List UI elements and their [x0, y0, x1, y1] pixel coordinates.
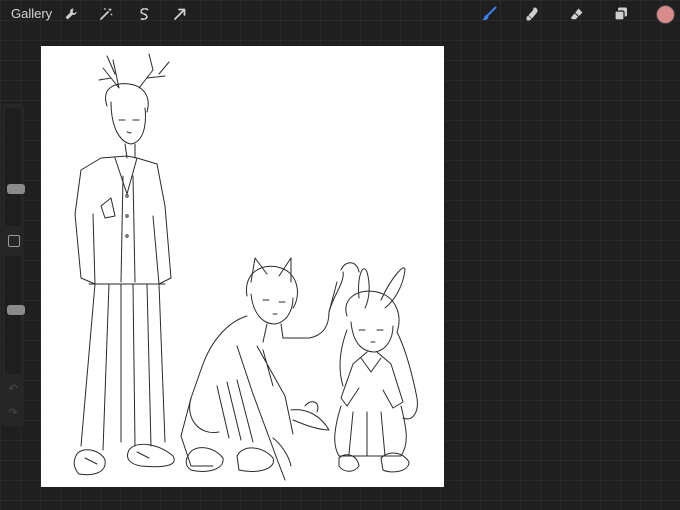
selection-icon[interactable] [134, 4, 154, 24]
modify-button[interactable] [8, 235, 20, 247]
brush-size-thumb[interactable] [7, 183, 25, 194]
undo-icon[interactable]: ↶ [6, 382, 20, 396]
brush-size-slider[interactable] [5, 108, 25, 226]
redo-icon[interactable]: ↷ [6, 406, 20, 420]
smudge-icon[interactable] [523, 4, 543, 24]
drawing-canvas[interactable] [41, 46, 444, 487]
magic-wand-icon[interactable] [96, 4, 116, 24]
eraser-icon[interactable] [567, 4, 587, 24]
top-toolbar: Gallery [0, 0, 680, 28]
deer-character [73, 53, 175, 476]
brush-icon[interactable] [479, 4, 499, 24]
opacity-slider[interactable] [5, 256, 25, 374]
wrench-icon[interactable] [61, 4, 81, 24]
wolf-character [180, 257, 360, 481]
gallery-button[interactable]: Gallery [11, 6, 52, 21]
color-picker-swatch[interactable] [656, 5, 675, 24]
layers-icon[interactable] [611, 4, 631, 24]
opacity-thumb[interactable] [7, 304, 25, 315]
bunny-character [334, 267, 418, 473]
sidebar-controls: ↶ ↷ [2, 104, 25, 426]
line-art-illustration [73, 53, 418, 481]
transform-arrow-icon[interactable] [170, 4, 190, 24]
